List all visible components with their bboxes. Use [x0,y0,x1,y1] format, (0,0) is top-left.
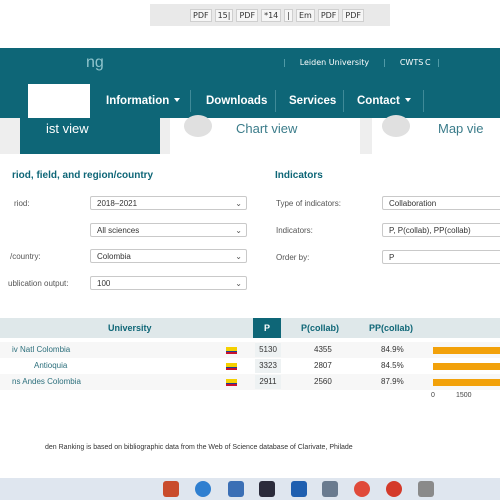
value-p: 2911 [255,375,281,389]
type-indicators-select[interactable]: Collaboration [382,196,500,210]
nav-services[interactable]: Services [289,84,336,118]
chart-icon [184,115,212,137]
value-p-collab: 2560 [314,377,332,386]
footer-note: den Ranking is based on bibliographic da… [45,444,353,451]
teams-icon[interactable] [259,481,275,497]
indicators-select[interactable]: P, P(collab), PP(collab) [382,223,500,237]
table-row[interactable]: ns Andes Colombia 2911 2560 87.9% [0,374,500,390]
browser-toolbar: PDF 15| PDF *14 | Em PDF PDF [150,4,390,26]
chrome-icon[interactable] [354,481,370,497]
colombia-flag-icon [226,363,237,370]
value-pp-collab: 84.5% [381,361,404,370]
link-truncated[interactable]: C [425,58,431,67]
colombia-flag-icon [226,379,237,386]
colombia-flag-icon [226,347,237,354]
site-header: ng | Leiden University | CWTS | C [0,48,500,84]
type-indicators-label: Type of indicators: [276,199,341,208]
period-select[interactable]: 2018–2021 ⌄ [90,196,247,210]
nav-information[interactable]: Information [106,84,181,118]
taskbar [0,478,500,500]
value-p: 5130 [255,343,281,357]
chevron-down-icon: ⌄ [235,199,242,208]
site-logo-text[interactable]: ng [86,54,104,72]
chevron-down-icon: ⌄ [235,279,242,288]
university-name[interactable]: ns Andes Colombia [12,374,81,390]
col-p[interactable]: P [253,318,281,338]
toolbar-item[interactable]: Em [295,8,315,22]
screenshot-stage: PDF 15| PDF *14 | Em PDF PDF ng | Leiden… [0,0,500,500]
edge-icon[interactable] [195,481,211,497]
toolbar-item[interactable]: PDF [190,8,212,22]
toolbar-item[interactable]: | [284,8,293,22]
calendar-icon[interactable] [228,481,244,497]
order-by-select[interactable]: P [382,250,500,264]
word-icon[interactable] [291,481,307,497]
chevron-down-icon: ⌄ [235,226,242,235]
region-label: /country: [10,252,41,261]
axis-tick: 0 [431,392,435,399]
value-p-collab: 2807 [314,361,332,370]
toolbar-item[interactable]: 15| [214,8,234,22]
value-p-collab: 4355 [314,345,332,354]
value-p: 3323 [255,359,281,373]
region-select[interactable]: Colombia ⌄ [90,249,247,263]
toolbar-item[interactable]: *14 [261,8,282,22]
field-select[interactable]: All sciences ⌄ [90,223,247,237]
tab-list-view[interactable]: ist view [20,118,160,154]
university-name[interactable]: iv Natl Colombia [12,342,70,358]
tab-chart-view[interactable]: Chart view [170,115,360,154]
table-header: University P P(collab) PP(collab) [0,318,500,338]
indicators-title: Indicators [275,170,323,181]
value-pp-collab: 84.9% [381,345,404,354]
table-row[interactable]: Antioquia 3323 2807 84.5% [0,358,500,374]
top-links: | Leiden University | CWTS | [282,58,440,67]
toolbar-item[interactable]: PDF [342,8,364,22]
bar-p-collab [433,363,500,370]
col-p-collab[interactable]: P(collab) [301,318,339,338]
pdf-reader-icon[interactable] [386,481,402,497]
table-row[interactable]: iv Natl Colombia 5130 4355 84.9% [0,342,500,358]
indicators-label: Indicators: [276,226,313,235]
home-tab[interactable] [28,84,90,118]
link-leiden-university[interactable]: Leiden University [300,58,369,67]
toolbar-item[interactable]: PDF [236,8,259,22]
tab-map-view[interactable]: Map vie [372,115,500,154]
chevron-down-icon: ⌄ [235,252,242,261]
settings-icon[interactable] [418,481,434,497]
col-pp-collab[interactable]: PP(collab) [369,318,413,338]
main-navigation: Information Downloads Services Contact [0,84,500,118]
min-output-select[interactable]: 100 ⌄ [90,276,247,290]
link-cwts[interactable]: CWTS [400,58,423,67]
min-output-label: ublication output: [8,279,69,288]
axis-tick: 1500 [456,392,472,399]
globe-icon [382,115,410,137]
bar-p-collab [433,347,500,354]
view-tabs: ist view Chart view Map vie [0,115,500,154]
value-pp-collab: 87.9% [381,377,404,386]
period-label: riod: [14,199,30,208]
university-name[interactable]: Antioquia [34,358,67,374]
acrobat-icon[interactable] [163,481,179,497]
chevron-down-icon [404,98,411,102]
photos-icon[interactable] [322,481,338,497]
filters-title: riod, field, and region/country [12,170,154,181]
nav-downloads[interactable]: Downloads [206,84,267,118]
toolbar-item[interactable]: PDF [317,8,340,22]
order-by-label: Order by: [276,253,310,262]
chevron-down-icon [174,98,181,102]
nav-contact[interactable]: Contact [357,84,411,118]
bar-p-collab [433,379,500,386]
col-university[interactable]: University [108,318,152,338]
